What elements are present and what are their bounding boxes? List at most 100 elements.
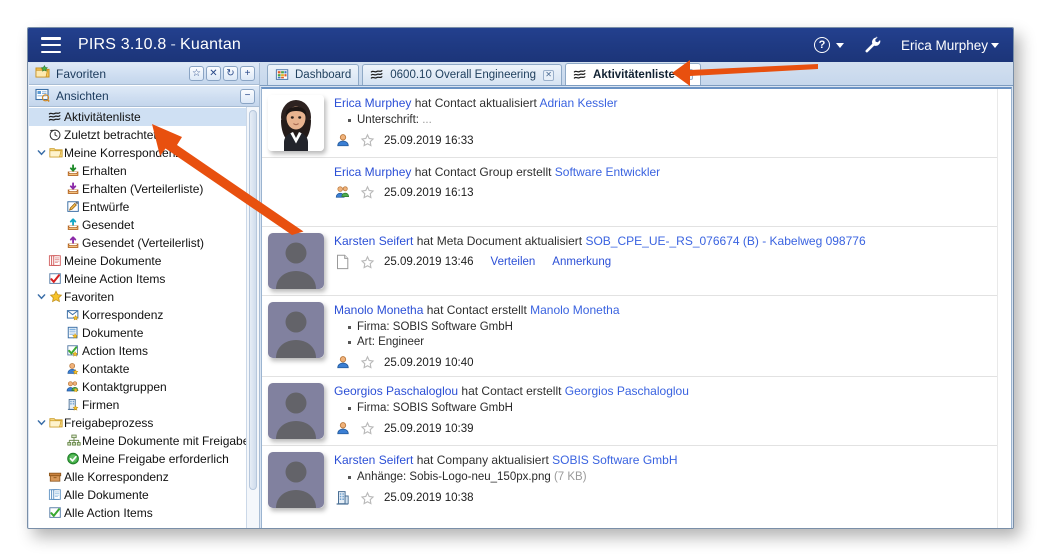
sidebar-item-label: Korrespondenz: [82, 308, 164, 322]
object-link[interactable]: SOB_CPE_UE-_RS_076674 (B) - Kabelweg 098…: [585, 234, 865, 248]
star-outline-icon[interactable]: [360, 491, 375, 506]
sidebar-item-alle-dokumente[interactable]: Alle Dokumente: [29, 486, 259, 504]
sidebar-scrollbar-thumb[interactable]: [249, 110, 257, 490]
refresh-button[interactable]: ↻: [223, 66, 238, 81]
user-chevron-down-icon[interactable]: [991, 42, 999, 48]
chevron-down-icon[interactable]: [35, 418, 47, 429]
activity-detail-list: Firma: SOBIS Software GmbH: [334, 401, 987, 416]
contact-group-star-icon: [65, 380, 82, 394]
object-link[interactable]: Software Entwickler: [555, 165, 660, 179]
wrench-icon[interactable]: [864, 36, 882, 54]
sidebar-item-firmen[interactable]: Firmen: [29, 396, 259, 414]
tab-close-icon[interactable]: ✕: [681, 69, 693, 80]
tab-dashboard[interactable]: Dashboard: [267, 64, 360, 85]
sidebar-item-kontakte[interactable]: Kontakte: [29, 360, 259, 378]
sidebar-item-label: Action Items: [82, 344, 149, 358]
star-outline-icon[interactable]: [360, 185, 375, 200]
sidebar-item-gesendet-verteilerlist[interactable]: Gesendet (Verteilerlist): [29, 234, 259, 252]
sidebar-item-zuletzt-betrachtet[interactable]: Zuletzt betrachtet: [29, 126, 259, 144]
detail-text: Anhänge: Sobis-Logo-neu_150px.png: [357, 471, 554, 483]
activity-meta-row: 25.09.2019 10:40: [334, 355, 987, 370]
activity-entry-body: Karsten Seifert hat Meta Document aktual…: [334, 233, 987, 289]
chevron-down-icon[interactable]: [35, 292, 47, 303]
views-tree: Aktivitätenliste Zuletzt betrachtet Meine …: [29, 107, 259, 528]
sidebar-item-freigabeprozess[interactable]: Freigabeprozess: [29, 414, 259, 432]
add-favorite-button[interactable]: ☆: [189, 66, 204, 81]
title-bar-right-controls: ? Erica Murphey: [813, 36, 1013, 54]
help-icon[interactable]: ?: [813, 37, 830, 53]
sidebar-item-label: Kontakte: [82, 362, 130, 376]
sidebar-item-gesendet[interactable]: Gesendet: [29, 216, 259, 234]
actor-link[interactable]: Karsten Seifert: [334, 453, 413, 467]
sidebar-item-entw-rfe[interactable]: Entwürfe: [29, 198, 259, 216]
activity-detail-list: Unterschrift: ...: [334, 113, 987, 128]
sidebar-item-korrespondenz[interactable]: Korrespondenz: [29, 306, 259, 324]
sidebar-item-dokumente[interactable]: Dokumente: [29, 324, 259, 342]
actor-link[interactable]: Erica Murphey: [334, 96, 411, 110]
sidebar-item-label: Alle Dokumente: [64, 488, 149, 502]
activity-entry-body: Manolo Monetha hat Contact erstellt Mano…: [334, 302, 987, 370]
feed-scrollbar[interactable]: [997, 89, 1011, 528]
sidebar-item-erhalten-verteilerliste[interactable]: Erhalten (Verteilerliste): [29, 180, 259, 198]
actor-link[interactable]: Manolo Monetha: [334, 303, 423, 317]
contact-icon: [334, 133, 351, 148]
window-body: Favoriten ☆ ✕ ↻ + Ansichten − Aktivitäte…: [28, 62, 1013, 528]
star-outline-icon[interactable]: [360, 421, 375, 436]
tab-aktivit-tenliste[interactable]: Aktivitätenliste ✕: [565, 63, 701, 85]
sidebar-item-label: Meine Dokumente: [64, 254, 162, 268]
star-outline-icon[interactable]: [360, 133, 375, 148]
sidebar-item-aktivit-tenliste[interactable]: Aktivitätenliste: [29, 108, 259, 126]
activity-stream-icon: [370, 68, 385, 82]
sidebar-item-meine-korrespondenz[interactable]: Meine Korrespondenz: [29, 144, 259, 162]
activity-action-verteilen[interactable]: Verteilen: [491, 256, 536, 268]
tab-close-icon[interactable]: ✕: [543, 69, 555, 81]
sidebar-item-label: Favoriten: [64, 290, 115, 304]
sidebar-item-erhalten[interactable]: Erhalten: [29, 162, 259, 180]
sidebar-item-meine-freigabe-erforderlich[interactable]: Meine Freigabe erforderlich: [29, 450, 259, 468]
hamburger-menu-icon[interactable]: [41, 37, 61, 53]
tab-0600-10-overall-engineering[interactable]: 0600.10 Overall Engineering ✕: [362, 64, 563, 85]
object-link[interactable]: Georgios Paschaloglou: [565, 384, 689, 398]
remove-favorite-button[interactable]: ✕: [206, 66, 221, 81]
activity-entry: Manolo Monetha hat Contact erstellt Mano…: [262, 296, 997, 377]
actor-link[interactable]: Karsten Seifert: [334, 234, 413, 248]
star-outline-icon[interactable]: [360, 255, 375, 270]
timestamp: 25.09.2019 10:40: [384, 356, 474, 369]
actor-link[interactable]: Erica Murphey: [334, 165, 411, 179]
sidebar-item-meine-action-items[interactable]: Meine Action Items: [29, 270, 259, 288]
sidebar-item-label: Alle Action Items: [64, 506, 153, 520]
main-content: Dashboard 0600.10 Overall Engineering ✕ Akt…: [260, 62, 1013, 528]
sidebar-item-favoriten[interactable]: Favoriten: [29, 288, 259, 306]
timestamp: 25.09.2019 13:46: [384, 256, 474, 268]
activity-entry: Karsten Seifert hat Meta Document aktual…: [262, 227, 997, 296]
activity-action-anmerkung[interactable]: Anmerkung: [552, 256, 611, 268]
sidebar-item-alle-korrespondenz[interactable]: Alle Korrespondenz: [29, 468, 259, 486]
user-menu-label[interactable]: Erica Murphey: [901, 38, 988, 53]
sidebar-item-meine-dokumente-mit-freigabepro[interactable]: Meine Dokumente mit Freigabepro: [29, 432, 259, 450]
activity-detail-list: Firma: SOBIS Software GmbH Art: Engineer: [334, 320, 987, 350]
inbox-purple-icon: [65, 182, 82, 196]
sidebar-item-alle-action-items[interactable]: Alle Action Items: [29, 504, 259, 522]
actor-link[interactable]: Georgios Paschaloglou: [334, 384, 458, 398]
project-name-label: Kuantan: [180, 36, 242, 53]
sidebar-scrollbar[interactable]: [246, 107, 259, 528]
timestamp: 25.09.2019 10:38: [384, 492, 474, 504]
help-chevron-down-icon[interactable]: [835, 42, 844, 48]
collapse-button[interactable]: −: [240, 88, 255, 104]
object-link[interactable]: Manolo Monetha: [530, 303, 619, 317]
detail-text: Firma: SOBIS Software GmbH: [357, 402, 513, 414]
sidebar-item-meine-dokumente[interactable]: Meine Dokumente: [29, 252, 259, 270]
star-outline-icon[interactable]: [360, 355, 375, 370]
object-link[interactable]: Adrian Kessler: [539, 96, 617, 110]
sidebar-item-kontaktgruppen[interactable]: Kontaktgruppen: [29, 378, 259, 396]
new-button[interactable]: +: [240, 66, 255, 81]
timestamp: 25.09.2019 16:13: [384, 186, 474, 199]
mail-star-icon: [65, 308, 82, 322]
chevron-down-icon[interactable]: [35, 148, 47, 159]
sidebar-item-label: Entwürfe: [82, 200, 130, 214]
activity-headline: Georgios Paschaloglou hat Contact erstel…: [334, 384, 987, 399]
sidebar-item-action-items[interactable]: Action Items: [29, 342, 259, 360]
object-link[interactable]: SOBIS Software GmbH: [552, 453, 677, 467]
sidebar: Favoriten ☆ ✕ ↻ + Ansichten − Aktivitäte…: [29, 63, 260, 528]
avatar: [268, 452, 324, 508]
